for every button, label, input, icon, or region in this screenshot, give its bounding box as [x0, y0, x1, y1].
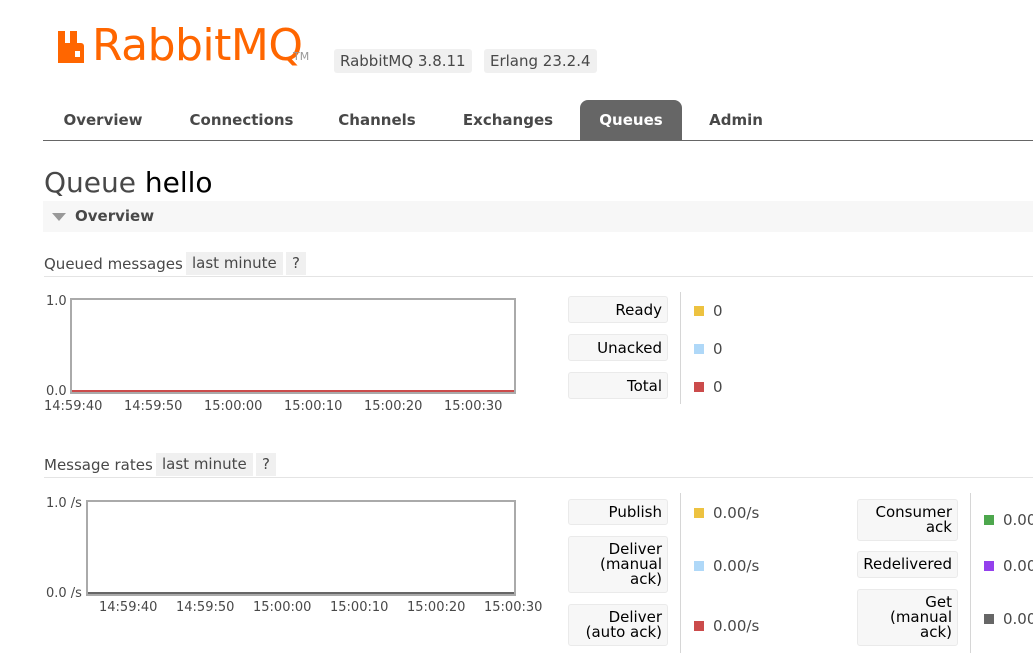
brand-name: RabbitMQ	[92, 20, 303, 71]
erlang-version-badge: Erlang 23.2.4	[484, 49, 597, 73]
section-title: Overview	[75, 207, 155, 225]
legend-unacked-value: 0	[694, 340, 723, 358]
consumer-ack-swatch	[984, 515, 994, 525]
tab-overview[interactable]: Overview	[43, 100, 163, 140]
plot-frame	[70, 298, 516, 394]
x-tick: 14:59:50	[124, 399, 183, 414]
message-rates-label: Message rates	[44, 456, 153, 474]
legend-divider	[680, 292, 681, 404]
total-swatch	[694, 382, 704, 392]
legend-deliver-auto-label: Deliver (auto ack)	[568, 604, 668, 646]
legend-get-manual-value: 0.00/s	[984, 610, 1033, 628]
legend-publish-label: Publish	[568, 499, 668, 525]
x-tick: 15:00:20	[364, 399, 423, 414]
x-tick: 15:00:10	[284, 399, 343, 414]
x-tick: 15:00:00	[204, 399, 263, 414]
queued-messages-label: Queued messages	[44, 255, 183, 273]
legend-redelivered-value: 0.00/s	[984, 557, 1033, 575]
tab-exchanges[interactable]: Exchanges	[447, 100, 569, 140]
legend-deliver-auto-value: 0.00/s	[694, 617, 759, 635]
plot-frame	[86, 500, 516, 596]
legend-divider	[680, 493, 681, 653]
tab-connections[interactable]: Connections	[174, 100, 309, 140]
x-tick: 15:00:20	[407, 600, 466, 615]
legend-total-label: Total	[568, 372, 668, 399]
tab-queues[interactable]: Queues	[580, 100, 682, 140]
queued-help-button[interactable]: ?	[286, 252, 306, 275]
x-tick: 14:59:40	[44, 399, 103, 414]
deliver-manual-swatch	[694, 561, 704, 571]
get-manual-swatch	[984, 614, 994, 624]
legend-unacked-label: Unacked	[568, 334, 668, 361]
ready-swatch	[694, 306, 704, 316]
x-tick: 15:00:10	[330, 600, 389, 615]
y-tick-top: 1.0	[46, 294, 67, 309]
legend-redelivered-label: Redelivered	[857, 551, 958, 578]
overview-section-toggle[interactable]: Overview	[43, 201, 1033, 232]
legend-get-manual-label: Get (manual ack)	[857, 589, 958, 646]
rates-range-selector[interactable]: last minute	[156, 453, 253, 476]
y-tick-bottom: 0.0 /s	[46, 586, 82, 601]
legend-divider	[970, 493, 971, 653]
publish-swatch	[694, 508, 704, 518]
rates-plot-area	[86, 500, 516, 596]
legend-ready-label: Ready	[568, 296, 668, 323]
redelivered-swatch	[984, 561, 994, 571]
tab-channels[interactable]: Channels	[324, 100, 430, 140]
page-title: Queue hello	[44, 166, 213, 199]
legend-total-value: 0	[694, 378, 723, 396]
x-tick: 15:00:30	[484, 600, 543, 615]
y-tick-bottom: 0.0	[46, 384, 67, 399]
collapse-triangle-icon	[52, 213, 66, 221]
legend-publish-value: 0.00/s	[694, 504, 759, 522]
x-tick: 15:00:00	[253, 600, 312, 615]
x-tick: 15:00:30	[444, 399, 503, 414]
message-rates-header: Message rates last minute ?	[44, 453, 1033, 478]
deliver-auto-swatch	[694, 621, 704, 631]
trademark: TM	[293, 50, 310, 63]
queued-range-selector[interactable]: last minute	[186, 252, 283, 275]
y-tick-top: 1.0 /s	[46, 496, 82, 511]
rabbitmq-version-badge: RabbitMQ 3.8.11	[334, 49, 472, 73]
x-tick: 14:59:40	[99, 600, 158, 615]
x-tick: 14:59:50	[176, 600, 235, 615]
legend-consumer-ack-label: Consumer ack	[857, 499, 958, 541]
rabbit-logo-icon	[58, 31, 84, 63]
queued-plot-area	[70, 298, 516, 394]
page-title-prefix: Queue	[44, 166, 136, 199]
legend-deliver-manual-value: 0.00/s	[694, 557, 759, 575]
legend-ready-value: 0	[694, 302, 723, 320]
queue-name: hello	[144, 166, 213, 199]
unacked-swatch	[694, 344, 704, 354]
tab-admin[interactable]: Admin	[693, 100, 779, 140]
legend-deliver-manual-label: Deliver (manual ack)	[568, 536, 668, 593]
queued-messages-header: Queued messages last minute ?	[44, 252, 1033, 277]
rates-help-button[interactable]: ?	[256, 453, 276, 476]
main-nav: Overview Connections Channels Exchanges …	[43, 100, 1033, 141]
legend-consumer-ack-value: 0.00/s	[984, 511, 1033, 529]
